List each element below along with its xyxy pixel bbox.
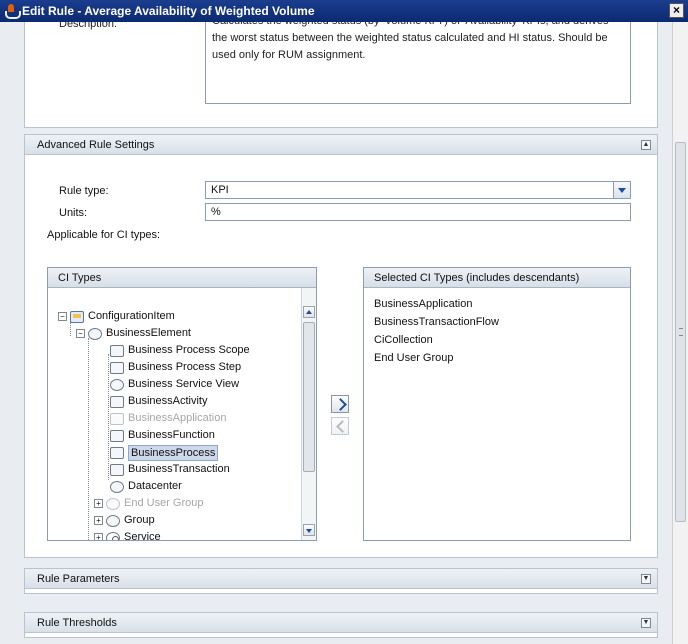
chevron-down-icon[interactable] bbox=[613, 182, 630, 198]
scroll-up-icon[interactable] bbox=[303, 306, 315, 318]
business-activity-icon bbox=[110, 395, 124, 408]
tree-item-end-user-group[interactable]: + End User Group bbox=[94, 495, 203, 512]
end-user-group-icon bbox=[106, 497, 120, 510]
collapse-icon[interactable]: ▲ bbox=[641, 140, 651, 150]
tree-item-service[interactable]: + Service bbox=[94, 529, 161, 540]
dialog-content: Description: Calculates the weighted sta… bbox=[0, 22, 672, 644]
ci-types-list: CI Types − ConfigurationItem − BusinessE… bbox=[47, 267, 317, 541]
tree-item-business-function[interactable]: BusinessFunction bbox=[110, 427, 215, 444]
scroll-thumb[interactable] bbox=[675, 142, 686, 522]
applicable-ci-types-label: Applicable for CI types: bbox=[47, 229, 161, 241]
advanced-rule-settings-header[interactable]: Advanced Rule Settings ▲ bbox=[25, 135, 657, 155]
units-input[interactable]: % bbox=[205, 203, 631, 221]
close-button[interactable]: × bbox=[669, 3, 684, 18]
business-element-icon bbox=[88, 327, 102, 340]
business-process-step-icon bbox=[110, 361, 124, 374]
tree-item-business-transaction[interactable]: BusinessTransaction bbox=[110, 461, 230, 478]
java-icon bbox=[4, 4, 21, 19]
add-ci-type-button[interactable] bbox=[331, 395, 349, 413]
tree-item-configuration-item[interactable]: − ConfigurationItem bbox=[58, 308, 175, 325]
tree-item-business-activity[interactable]: BusinessActivity bbox=[110, 393, 207, 410]
selected-ci-types-header: Selected CI Types (includes descendants) bbox=[364, 268, 630, 288]
rule-type-value: KPI bbox=[211, 184, 229, 196]
scroll-down-icon[interactable] bbox=[303, 524, 315, 536]
business-transaction-icon bbox=[110, 463, 124, 476]
rule-parameters-panel: Rule Parameters ▼ bbox=[24, 568, 658, 594]
expand-icon[interactable]: ▼ bbox=[641, 574, 651, 584]
expand-node-icon[interactable]: + bbox=[94, 516, 103, 525]
expand-node-icon[interactable]: + bbox=[94, 533, 103, 540]
group-icon bbox=[106, 514, 120, 527]
selected-ci-type-item[interactable]: End User Group bbox=[374, 352, 453, 364]
datacenter-icon bbox=[110, 480, 124, 493]
tree-item-business-process-scope[interactable]: Business Process Scope bbox=[110, 342, 250, 359]
selected-ci-types-list: Selected CI Types (includes descendants)… bbox=[363, 267, 631, 541]
service-icon bbox=[106, 531, 120, 540]
configuration-item-icon bbox=[70, 310, 84, 323]
rule-thresholds-panel: Rule Thresholds ▼ bbox=[24, 612, 658, 638]
rule-type-label: Rule type: bbox=[59, 185, 109, 197]
selected-ci-type-item[interactable]: BusinessTransactionFlow bbox=[374, 316, 499, 328]
collapse-node-icon[interactable]: − bbox=[58, 312, 67, 321]
tree-item-business-application[interactable]: BusinessApplication bbox=[110, 410, 226, 427]
tree-item-business-process-step[interactable]: Business Process Step bbox=[110, 359, 241, 376]
ci-types-tree[interactable]: − ConfigurationItem − BusinessElement Bu… bbox=[48, 288, 298, 540]
description-textarea[interactable]: Calculates the weighted status (by 'Volu… bbox=[205, 22, 631, 104]
description-label: Description: bbox=[59, 22, 118, 30]
tree-item-datacenter[interactable]: Datacenter bbox=[110, 478, 182, 495]
units-value: % bbox=[211, 206, 221, 218]
business-process-icon bbox=[110, 446, 124, 459]
business-service-view-icon bbox=[110, 378, 124, 391]
tree-item-business-element[interactable]: − BusinessElement bbox=[76, 325, 191, 342]
scroll-thumb[interactable] bbox=[303, 322, 315, 472]
business-process-scope-icon bbox=[110, 344, 124, 357]
window-title: Edit Rule - Average Availability of Weig… bbox=[22, 4, 315, 18]
window-titlebar: Edit Rule - Average Availability of Weig… bbox=[0, 0, 688, 22]
rule-type-select[interactable]: KPI bbox=[205, 181, 631, 199]
business-function-icon bbox=[110, 429, 124, 442]
dialog-scrollbar[interactable] bbox=[672, 22, 688, 644]
tree-item-business-process[interactable]: BusinessProcess bbox=[110, 444, 219, 461]
ci-types-header: CI Types bbox=[48, 268, 316, 288]
rule-thresholds-header[interactable]: Rule Thresholds ▼ bbox=[25, 613, 657, 633]
description-text: Calculates the weighted status (by 'Volu… bbox=[212, 22, 608, 61]
business-application-icon bbox=[110, 412, 124, 425]
tree-item-group[interactable]: + Group bbox=[94, 512, 155, 529]
expand-node-icon[interactable]: + bbox=[94, 499, 103, 508]
rule-thresholds-title: Rule Thresholds bbox=[37, 617, 117, 629]
expand-icon[interactable]: ▼ bbox=[641, 618, 651, 628]
description-panel: Description: Calculates the weighted sta… bbox=[24, 22, 658, 128]
collapse-node-icon[interactable]: − bbox=[76, 329, 85, 338]
tree-item-business-service-view[interactable]: Business Service View bbox=[110, 376, 239, 393]
remove-ci-type-button[interactable] bbox=[331, 417, 349, 435]
advanced-rule-settings-panel: Advanced Rule Settings ▲ Rule type: KPI … bbox=[24, 134, 658, 558]
units-label: Units: bbox=[59, 207, 88, 219]
ci-types-scrollbar[interactable] bbox=[301, 288, 316, 540]
selected-ci-type-item[interactable]: BusinessApplication bbox=[374, 298, 472, 310]
rule-parameters-title: Rule Parameters bbox=[37, 573, 120, 585]
advanced-rule-settings-title: Advanced Rule Settings bbox=[37, 139, 155, 151]
selected-ci-type-item[interactable]: CiCollection bbox=[374, 334, 433, 346]
rule-parameters-header[interactable]: Rule Parameters ▼ bbox=[25, 569, 657, 589]
